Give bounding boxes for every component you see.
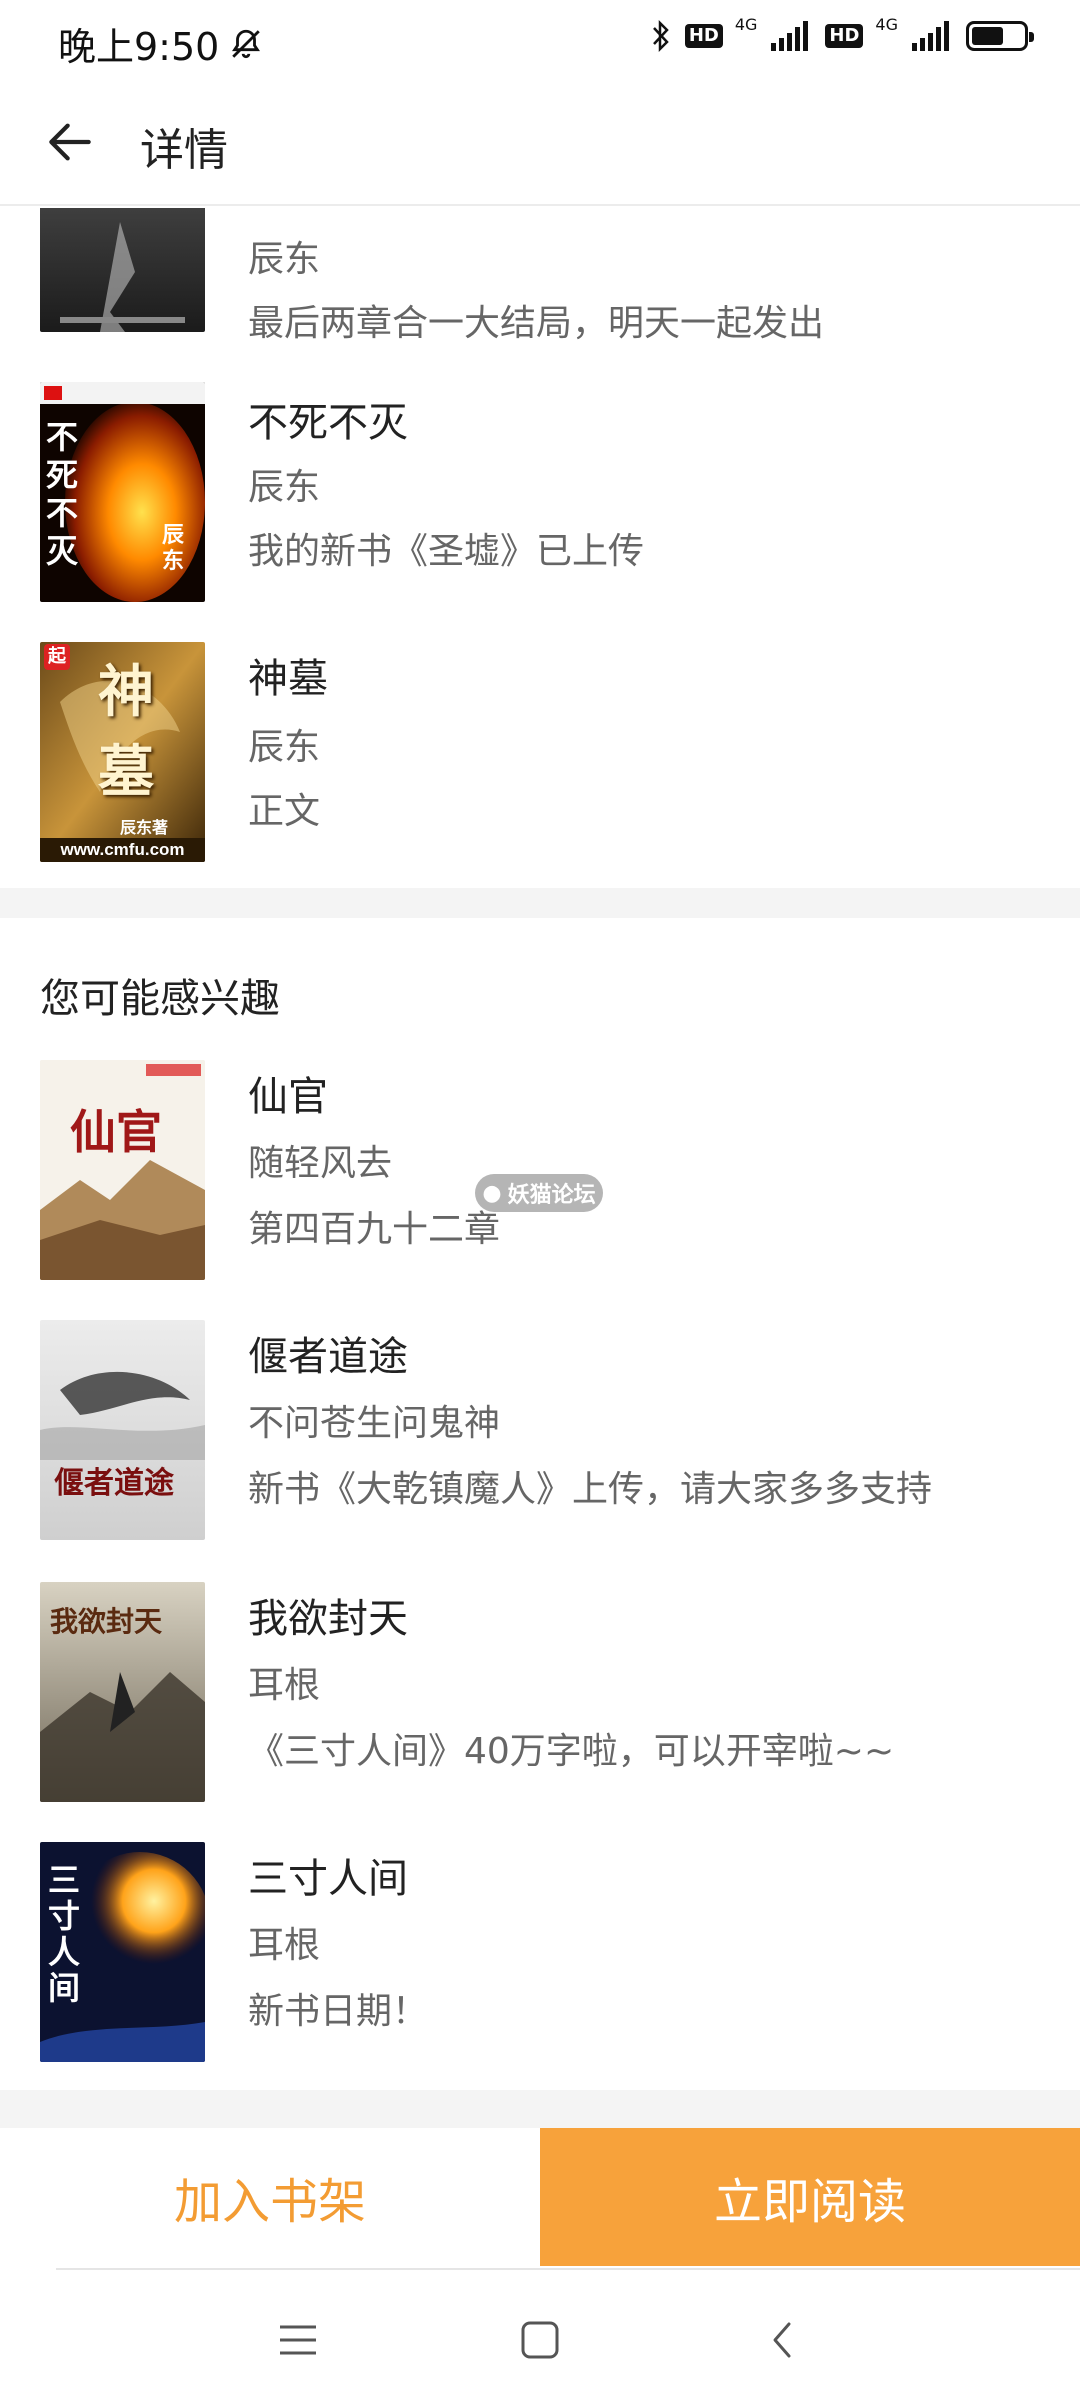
book-author: 耳根 — [248, 1665, 321, 1706]
book-cover: 仙官 — [40, 1060, 205, 1280]
signal-icon-sim1 — [771, 21, 809, 51]
book-cover: 起 神墓 辰东著 www.cmfu.com — [40, 642, 205, 862]
book-cover: 偃者道途 — [40, 1320, 205, 1540]
cover-author: 辰东 — [162, 522, 185, 574]
home-square-icon — [521, 2321, 559, 2359]
book-title: 神墓 — [248, 656, 328, 702]
status-bar: 晚上9:50 HD 4G HD 4G — [0, 0, 1080, 84]
book-latest-chapter: 新书日期！ — [248, 1991, 429, 2032]
cover-title: 三寸人间 — [48, 1861, 81, 2007]
signal-icon-sim2 — [912, 21, 949, 51]
book-item[interactable]: 不死不灭 辰东 不死不灭 辰东 我的新书《圣墟》已上传 — [0, 382, 1080, 602]
battery-icon — [966, 21, 1034, 51]
author-books-list: 辰东 最后两章合一大结局，明天一起发出 不死不灭 辰东 不死不灭 辰东 我的新书… — [0, 208, 1080, 876]
book-title: 不死不灭 — [248, 400, 408, 446]
cover-title: 偃者道途 — [54, 1466, 174, 1501]
cover-author: 辰东著 — [120, 818, 169, 837]
book-author: 辰东 — [248, 239, 321, 280]
book-title: 偃者道途 — [248, 1334, 408, 1380]
book-item[interactable]: 偃者道途 偃者道途 不问苍生问鬼神 新书《大乾镇魔人》上传，请大家多多支持 — [0, 1320, 1080, 1540]
book-title: 仙官 — [248, 1074, 328, 1120]
book-item[interactable]: 三寸人间 三寸人间 耳根 新书日期！ — [0, 1842, 1080, 2062]
cover-title: 仙官 — [70, 1105, 162, 1159]
cat-icon: ● — [482, 1180, 502, 1206]
watermark: ● 妖猫论坛 — [475, 1174, 603, 1212]
system-back-button[interactable] — [752, 2310, 812, 2370]
menu-icon — [280, 2325, 316, 2355]
cover-badge: 起 — [44, 644, 70, 670]
recommend-list: 仙官 仙官 随轻风去 第四百九十二章 偃者道途 偃者道途 不问苍生问鬼神 新书《… — [0, 1060, 1080, 2100]
cover-title: 我欲封天 — [50, 1605, 163, 1638]
network-label-sim2: 4G — [875, 14, 898, 34]
watermark-text: 妖猫论坛 — [507, 1183, 596, 1208]
book-latest-chapter: 最后两章合一大结局，明天一起发出 — [248, 303, 825, 344]
book-latest-chapter: 《三寸人间》40万字啦，可以开宰啦~~ — [248, 1731, 895, 1772]
book-author: 辰东 — [248, 727, 321, 768]
bell-off-icon — [232, 29, 261, 58]
book-latest-chapter: 第四百九十二章 — [248, 1209, 501, 1250]
book-item[interactable]: 辰东 最后两章合一大结局，明天一起发出 — [0, 208, 1080, 344]
chevron-left-icon — [773, 2322, 791, 2358]
book-item[interactable]: 仙官 仙官 随轻风去 第四百九十二章 — [0, 1060, 1080, 1280]
status-indicators: HD 4G HD 4G — [649, 14, 1034, 54]
book-latest-chapter: 我的新书《圣墟》已上传 — [248, 531, 645, 572]
status-time-group: 晚上9:50 — [58, 16, 263, 71]
book-author: 辰东 — [248, 467, 321, 508]
section-title-recommend: 您可能感兴趣 — [40, 976, 280, 1022]
cover-title: 神墓 — [98, 659, 154, 805]
book-author: 随轻风去 — [248, 1143, 393, 1184]
book-latest-chapter: 正文 — [248, 791, 321, 832]
book-item[interactable]: 我欲封天 我欲封天 耳根 《三寸人间》40万字啦，可以开宰啦~~ — [0, 1582, 1080, 1802]
battery-level — [972, 27, 1003, 45]
detail-content[interactable]: 辰东 最后两章合一大结局，明天一起发出 不死不灭 辰东 不死不灭 辰东 我的新书… — [0, 208, 1080, 2128]
arrow-left-icon — [49, 123, 91, 161]
read-now-button[interactable]: 立即阅读 — [540, 2128, 1080, 2266]
hd-badge-sim2: HD — [825, 24, 864, 48]
page-title: 详情 — [140, 125, 228, 176]
book-cover: 不死不灭 辰东 — [40, 382, 205, 602]
book-latest-chapter: 新书《大乾镇魔人》上传，请大家多多支持 — [248, 1469, 933, 1510]
book-cover — [40, 208, 205, 332]
book-cover: 三寸人间 — [40, 1842, 205, 2062]
cover-site: www.cmfu.com — [60, 840, 185, 859]
book-author: 耳根 — [248, 1925, 321, 1966]
hd-badge-sim1: HD — [684, 24, 723, 48]
recent-apps-button[interactable] — [268, 2310, 328, 2370]
book-title: 三寸人间 — [248, 1856, 408, 1902]
system-nav-bar — [0, 2270, 1080, 2400]
section-divider — [0, 888, 1080, 918]
app-header: 详情 — [0, 84, 1080, 206]
bottom-action-bar: 加入书架 立即阅读 — [0, 2128, 1080, 2266]
network-label-sim1: 4G — [734, 14, 758, 34]
section-divider — [0, 2090, 1080, 2128]
book-author: 不问苍生问鬼神 — [248, 1403, 501, 1444]
back-button[interactable] — [40, 112, 100, 172]
book-title: 我欲封天 — [248, 1596, 408, 1642]
bluetooth-icon — [652, 19, 669, 53]
book-cover: 我欲封天 — [40, 1582, 205, 1802]
status-time: 晚上9:50 — [58, 25, 220, 69]
home-button[interactable] — [510, 2310, 570, 2370]
book-item[interactable]: 起 神墓 辰东著 www.cmfu.com 神墓 辰东 正文 — [0, 642, 1080, 862]
cover-title: 不死不灭 — [46, 418, 79, 570]
add-to-shelf-button[interactable]: 加入书架 — [0, 2128, 540, 2266]
